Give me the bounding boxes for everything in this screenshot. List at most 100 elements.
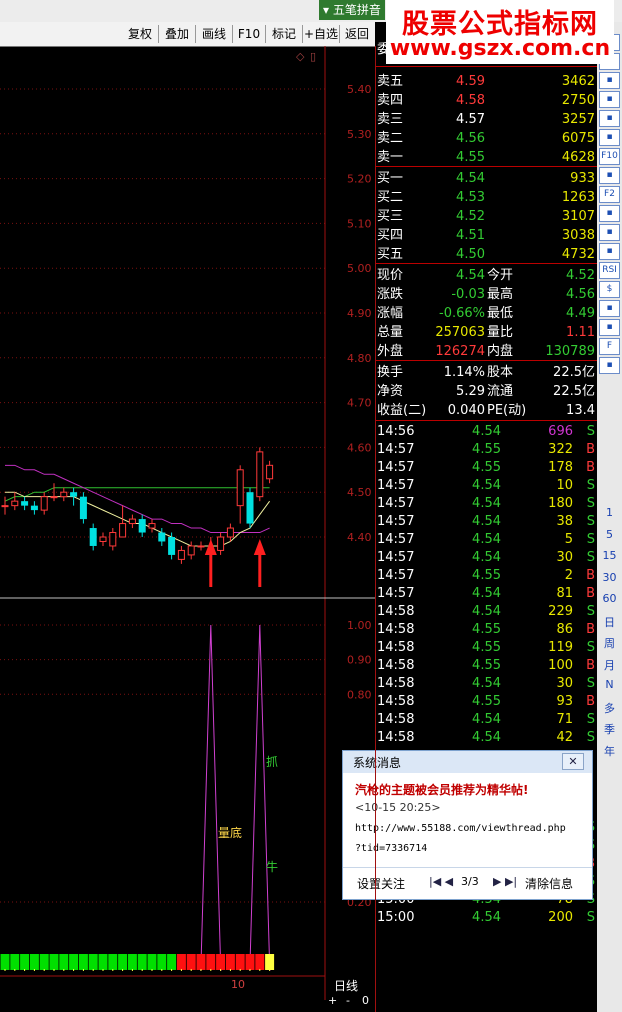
signal-bar	[147, 954, 157, 970]
stat-value-2: 4.49	[566, 306, 595, 321]
popup-next-icon[interactable]: ▶ ▶|	[493, 875, 517, 888]
bid-label: 买三	[377, 209, 404, 224]
watermark: 股票公式指标网 www.gszx.com.cn	[386, 0, 614, 64]
period-button-9[interactable]: 多	[597, 700, 622, 716]
list-icon[interactable]: ▪	[599, 72, 620, 89]
stat-label: 现价	[377, 268, 404, 283]
f10-icon[interactable]: F10	[599, 148, 620, 165]
trade-price: 4.55	[472, 640, 501, 655]
price-tick-label: 5.20	[347, 173, 372, 186]
indicator-spike	[200, 624, 222, 972]
popup-message-link[interactable]: 汽枪的主题被会员推荐为精华帖!	[355, 781, 528, 798]
period-button-7[interactable]: 月	[597, 657, 622, 673]
quote-separator	[375, 166, 597, 167]
zoom-out-button[interactable]: -	[346, 994, 350, 1007]
grid-icon[interactable]: ▪	[599, 91, 620, 108]
trade-time: 14:58	[377, 694, 415, 709]
candle	[217, 532, 225, 555]
zoom-in-button[interactable]: +	[328, 994, 337, 1007]
price-tick-label: 4.40	[347, 531, 372, 544]
stat-value-2: 130789	[545, 344, 595, 359]
price-tick-label: 4.80	[347, 352, 372, 365]
period-button-8[interactable]: N	[597, 678, 622, 691]
trade-side: B	[586, 694, 595, 709]
trade-price: 4.54	[472, 712, 501, 727]
stat-value: -0.66%	[439, 306, 485, 321]
trade-time: 14:57	[377, 496, 415, 511]
refresh-icon[interactable]: ▪	[599, 357, 620, 374]
move-icon[interactable]: ▪	[599, 300, 620, 317]
signal-bar	[69, 954, 79, 970]
ask-volume: 2750	[561, 93, 595, 108]
period-button-1[interactable]: 5	[597, 528, 622, 541]
close-icon[interactable]: ✕	[562, 753, 584, 770]
candle	[256, 447, 264, 502]
toolbar-back-button[interactable]: 返回	[340, 22, 374, 46]
ask-price: 4.55	[456, 150, 485, 165]
dollar-icon[interactable]: $	[599, 281, 620, 298]
trade-volume: 93	[556, 694, 573, 709]
popup-clear-button[interactable]: 清除信息	[525, 875, 573, 892]
trade-volume: 30	[556, 550, 573, 565]
wave-icon[interactable]: ▪	[599, 243, 620, 260]
bid-row: 买一 4.54 933	[375, 169, 597, 188]
toolbar-draw-button[interactable]: 画线	[196, 22, 232, 46]
period-button-6[interactable]: 周	[597, 635, 622, 651]
trade-price: 4.55	[472, 442, 501, 457]
candle	[236, 465, 244, 524]
info-icon[interactable]: ▪	[599, 167, 620, 184]
period-button-0[interactable]: 1	[597, 506, 622, 519]
toolbar-f10-button[interactable]: F10	[233, 22, 265, 46]
stat-value-2: 4.52	[566, 268, 595, 283]
signal-bar	[196, 954, 206, 970]
circle-icon[interactable]: ▪	[599, 224, 620, 241]
f2-icon[interactable]: F2	[599, 186, 620, 203]
trade-time: 14:57	[377, 442, 415, 457]
trade-side: B	[586, 460, 595, 475]
stat-label: 总量	[377, 325, 404, 340]
trend-icon[interactable]: ▪	[599, 110, 620, 127]
trade-price: 4.54	[472, 514, 501, 529]
fund-label-2: PE(动)	[487, 403, 527, 418]
ask-label: 卖四	[377, 93, 404, 108]
f-icon[interactable]: F	[599, 338, 620, 355]
bid-volume: 3107	[561, 209, 595, 224]
signal-bar	[255, 954, 265, 970]
ime-indicator[interactable]: ▾ 五笔拼音	[319, 0, 385, 20]
price-tick-label: 5.00	[347, 262, 372, 275]
period-button-4[interactable]: 60	[597, 592, 622, 605]
scatter-icon[interactable]: ▪	[599, 205, 620, 222]
trade-time: 14:58	[377, 712, 415, 727]
candle	[226, 523, 234, 542]
popup-settings-button[interactable]: 设置关注	[357, 875, 405, 892]
pencil-icon[interactable]: ▪	[599, 319, 620, 336]
kline-chart[interactable]: ◇ ▯ 5.40 5.30 5.20 5.10 5.00 4.90 4.80 4.70 4.60 4…	[0, 46, 375, 1000]
popup-url-line1[interactable]: http://www.55188.com/viewthread.php	[355, 823, 566, 834]
toolbar-mark-button[interactable]: 标记	[266, 22, 302, 46]
fund-value: 5.29	[456, 384, 485, 399]
quote-separator	[375, 66, 597, 67]
candle	[21, 496, 29, 511]
popup-url-line2[interactable]: ?tid=7336714	[355, 843, 427, 854]
zoom-reset-button[interactable]: 0	[362, 994, 369, 1007]
toolbar-overlay-button[interactable]: 叠加	[159, 22, 195, 46]
trade-time: 14:57	[377, 460, 415, 475]
toolbar-restore-rights-button[interactable]: 复权	[122, 22, 158, 46]
buy-signal-arrow	[253, 539, 266, 587]
stat-value-2: 1.11	[566, 325, 595, 340]
period-button-2[interactable]: 15	[597, 549, 622, 562]
popup-prev-icon[interactable]: |◀ ◀	[429, 875, 453, 888]
trade-price: 4.54	[472, 604, 501, 619]
toolbar-add-watchlist-button[interactable]: +自选	[303, 22, 339, 46]
bar-icon[interactable]: ▪	[599, 129, 620, 146]
signal-bar	[206, 954, 216, 970]
trade-time: 14:57	[377, 550, 415, 565]
period-button-10[interactable]: 季	[597, 721, 622, 737]
ask-row: 卖一 4.55 4628	[375, 148, 597, 167]
rsi-icon[interactable]: RSI	[599, 262, 620, 279]
period-button-3[interactable]: 30	[597, 571, 622, 584]
bid-label: 买五	[377, 247, 404, 262]
ask-label: 卖五	[377, 74, 404, 89]
period-button-5[interactable]: 日	[597, 614, 622, 630]
period-button-11[interactable]: 年	[597, 743, 622, 759]
